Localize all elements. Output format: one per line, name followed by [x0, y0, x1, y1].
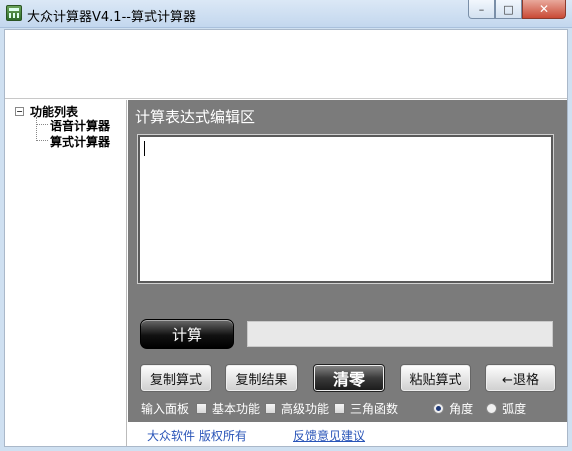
degree-radio[interactable] [433, 402, 445, 414]
window-controls: – □ ✕ [468, 0, 566, 20]
client-area: − 功能列表 语音计算器 算式计算器 计算表达式编辑区 计算 复制算式 复制结果… [4, 29, 568, 447]
calculate-button[interactable]: 计算 [140, 319, 234, 349]
result-field[interactable] [247, 321, 553, 347]
trig-functions-checkbox[interactable] [334, 402, 346, 414]
collapse-icon[interactable]: − [15, 107, 24, 116]
options-row: 输入面板 基本功能 高级功能 三角函数 角度 弧度 [141, 398, 531, 418]
close-button[interactable]: ✕ [522, 0, 566, 19]
degree-label: 角度 [449, 401, 474, 416]
title-bar: 大众计算器V4.1--算式计算器 – □ ✕ [0, 0, 572, 28]
radian-option[interactable]: 弧度 [486, 400, 526, 417]
advanced-functions-option[interactable]: 高级功能 [265, 400, 329, 417]
minimize-button[interactable]: – [468, 0, 495, 19]
editor-label: 计算表达式编辑区 [135, 108, 256, 126]
clear-button[interactable]: 清零 [313, 364, 385, 392]
basic-functions-option[interactable]: 基本功能 [196, 400, 260, 417]
tree-connector [36, 124, 48, 125]
trig-functions-option[interactable]: 三角函数 [334, 400, 398, 417]
copyright-text: 大众软件 版权所有 [147, 429, 247, 443]
paste-expression-button[interactable]: 粘贴算式 [400, 364, 471, 392]
function-tree: − 功能列表 语音计算器 算式计算器 [5, 100, 127, 446]
radian-label: 弧度 [502, 401, 527, 416]
degree-option[interactable]: 角度 [433, 400, 473, 417]
calculator-icon [6, 5, 22, 21]
top-blank-area [5, 30, 567, 99]
advanced-functions-label: 高级功能 [281, 401, 330, 416]
input-panel-label: 输入面板 [141, 401, 190, 416]
window-title: 大众计算器V4.1--算式计算器 [27, 10, 196, 25]
basic-functions-checkbox[interactable] [196, 402, 208, 414]
radian-radio[interactable] [486, 402, 498, 414]
tree-item-voice-calculator[interactable]: 语音计算器 [50, 117, 110, 134]
text-caret [144, 141, 145, 156]
trig-functions-label: 三角函数 [350, 401, 399, 416]
copy-result-button[interactable]: 复制结果 [225, 364, 298, 392]
footer: 大众软件 版权所有 反馈意见建议 [128, 422, 567, 446]
calculator-panel: 计算表达式编辑区 计算 复制算式 复制结果 清零 粘贴算式 ←退格 输入面板 基… [128, 100, 567, 446]
copy-expression-button[interactable]: 复制算式 [140, 364, 212, 392]
tree-connector [36, 140, 48, 141]
feedback-link[interactable]: 反馈意见建议 [293, 427, 365, 444]
basic-functions-label: 基本功能 [212, 401, 261, 416]
maximize-button[interactable]: □ [495, 0, 522, 19]
expression-editor[interactable] [137, 134, 554, 284]
tree-item-expression-calculator[interactable]: 算式计算器 [50, 133, 110, 150]
advanced-functions-checkbox[interactable] [265, 402, 277, 414]
backspace-button[interactable]: ←退格 [485, 364, 556, 392]
tree-connector [36, 117, 37, 141]
